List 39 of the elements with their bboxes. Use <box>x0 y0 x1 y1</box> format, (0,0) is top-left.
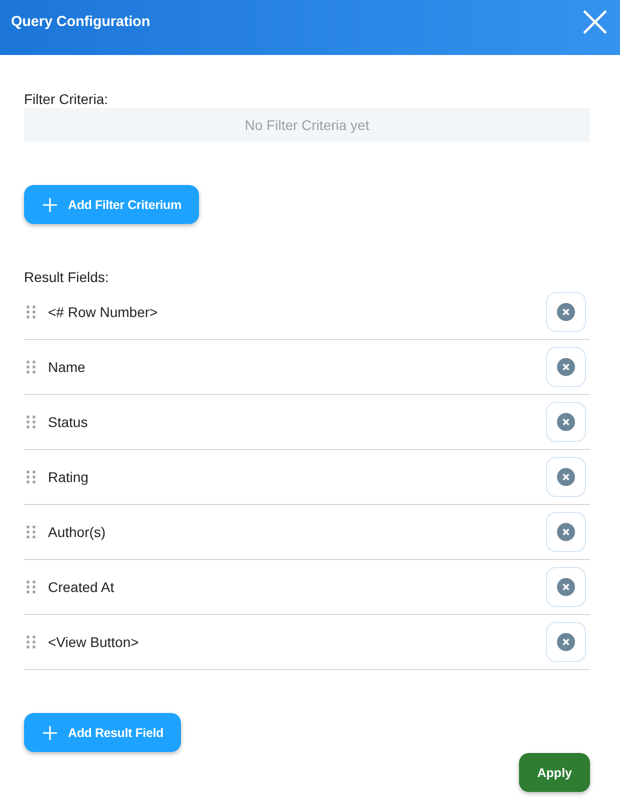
drag-handle-icon[interactable] <box>26 415 36 429</box>
section-label: Result Fields: <box>24 269 110 285</box>
section-label: Filter Criteria: <box>24 91 110 107</box>
remove-field-button[interactable] <box>546 402 586 442</box>
add-filter-button[interactable]: Add Filter Criterium <box>24 185 200 224</box>
field-name: <View Button> <box>48 634 140 650</box>
drag-handle-icon[interactable] <box>26 525 36 539</box>
drag-handle-icon[interactable] <box>26 470 36 484</box>
field-name: Name <box>48 359 86 375</box>
remove-icon <box>557 358 575 376</box>
remove-field-button[interactable] <box>546 512 586 552</box>
field-name: Author(s) <box>48 524 107 540</box>
field-name: Rating <box>48 469 90 485</box>
remove-icon <box>557 523 575 541</box>
remove-icon <box>557 468 575 486</box>
drag-handle-icon[interactable] <box>26 360 36 374</box>
close-icon <box>583 10 607 34</box>
field-name: Created At <box>48 579 116 595</box>
plus-icon <box>43 726 57 740</box>
drag-handle-icon[interactable] <box>26 635 36 649</box>
remove-field-button[interactable] <box>546 347 586 387</box>
drag-handle-icon[interactable] <box>26 580 36 594</box>
add-result-field-button[interactable]: Add Result Field <box>24 713 182 752</box>
remove-icon <box>557 413 575 431</box>
remove-field-button[interactable] <box>546 567 586 607</box>
drag-handle-icon[interactable] <box>26 305 36 319</box>
plus-icon <box>43 198 57 212</box>
field-name: <# Row Number> <box>48 304 159 320</box>
remove-field-button[interactable] <box>546 292 586 332</box>
remove-icon <box>557 633 575 651</box>
remove-icon <box>557 578 575 596</box>
remove-field-button[interactable] <box>546 457 586 497</box>
remove-field-button[interactable] <box>546 622 586 662</box>
empty-message: No Filter Criteria yet <box>24 108 590 142</box>
field-name: Status <box>48 414 89 430</box>
close-button[interactable] <box>582 8 608 34</box>
dialog-title: Query Configuration <box>11 14 150 32</box>
apply-button[interactable]: Apply <box>519 753 590 792</box>
remove-icon <box>557 303 575 321</box>
